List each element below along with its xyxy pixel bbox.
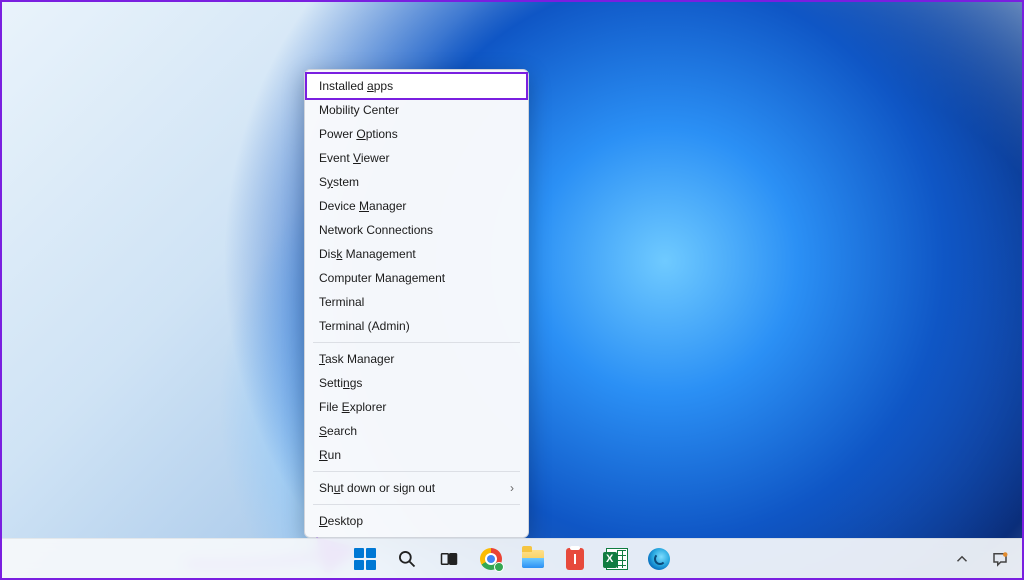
menu-item-system[interactable]: System <box>305 170 528 194</box>
tray-overflow-button[interactable] <box>950 541 974 577</box>
menu-item-terminal-admin[interactable]: Terminal (Admin) <box>305 314 528 338</box>
menu-item-disk-management[interactable]: Disk Management <box>305 242 528 266</box>
menu-item-terminal[interactable]: Terminal <box>305 290 528 314</box>
winx-context-menu: Installed apps Mobility Center Power Opt… <box>304 69 529 538</box>
task-view-button[interactable] <box>431 541 467 577</box>
menu-item-shutdown-signout[interactable]: Shut down or sign out <box>305 476 528 500</box>
chrome-icon <box>480 548 502 570</box>
notification-icon <box>991 550 1009 568</box>
clipboard-icon <box>566 548 584 570</box>
windows-icon <box>354 548 376 570</box>
edge-button[interactable] <box>641 541 677 577</box>
menu-item-file-explorer[interactable]: File Explorer <box>305 395 528 419</box>
menu-item-task-manager[interactable]: Task Manager <box>305 347 528 371</box>
file-explorer-button[interactable] <box>515 541 551 577</box>
taskbar-center <box>347 539 677 578</box>
menu-item-installed-apps[interactable]: Installed apps <box>305 72 528 100</box>
menu-item-run[interactable]: Run <box>305 443 528 467</box>
menu-item-settings[interactable]: Settings <box>305 371 528 395</box>
menu-separator <box>313 342 520 343</box>
start-button[interactable] <box>347 541 383 577</box>
menu-item-mobility-center[interactable]: Mobility Center <box>305 98 528 122</box>
clipboard-app-button[interactable] <box>557 541 593 577</box>
system-tray <box>950 539 1012 578</box>
menu-separator <box>313 504 520 505</box>
task-view-icon <box>440 550 458 568</box>
menu-item-device-manager[interactable]: Device Manager <box>305 194 528 218</box>
excel-icon <box>606 548 628 570</box>
menu-item-computer-management[interactable]: Computer Management <box>305 266 528 290</box>
menu-item-power-options[interactable]: Power Options <box>305 122 528 146</box>
menu-item-event-viewer[interactable]: Event Viewer <box>305 146 528 170</box>
menu-item-desktop[interactable]: Desktop <box>305 509 528 533</box>
chrome-button[interactable] <box>473 541 509 577</box>
menu-item-search[interactable]: Search <box>305 419 528 443</box>
excel-button[interactable] <box>599 541 635 577</box>
edge-icon <box>648 548 670 570</box>
search-icon <box>397 549 417 569</box>
search-button[interactable] <box>389 541 425 577</box>
menu-item-network-connections[interactable]: Network Connections <box>305 218 528 242</box>
action-center-button[interactable] <box>988 541 1012 577</box>
chevron-up-icon <box>953 550 971 568</box>
menu-separator <box>313 471 520 472</box>
folder-icon <box>522 550 544 568</box>
taskbar <box>2 538 1022 578</box>
